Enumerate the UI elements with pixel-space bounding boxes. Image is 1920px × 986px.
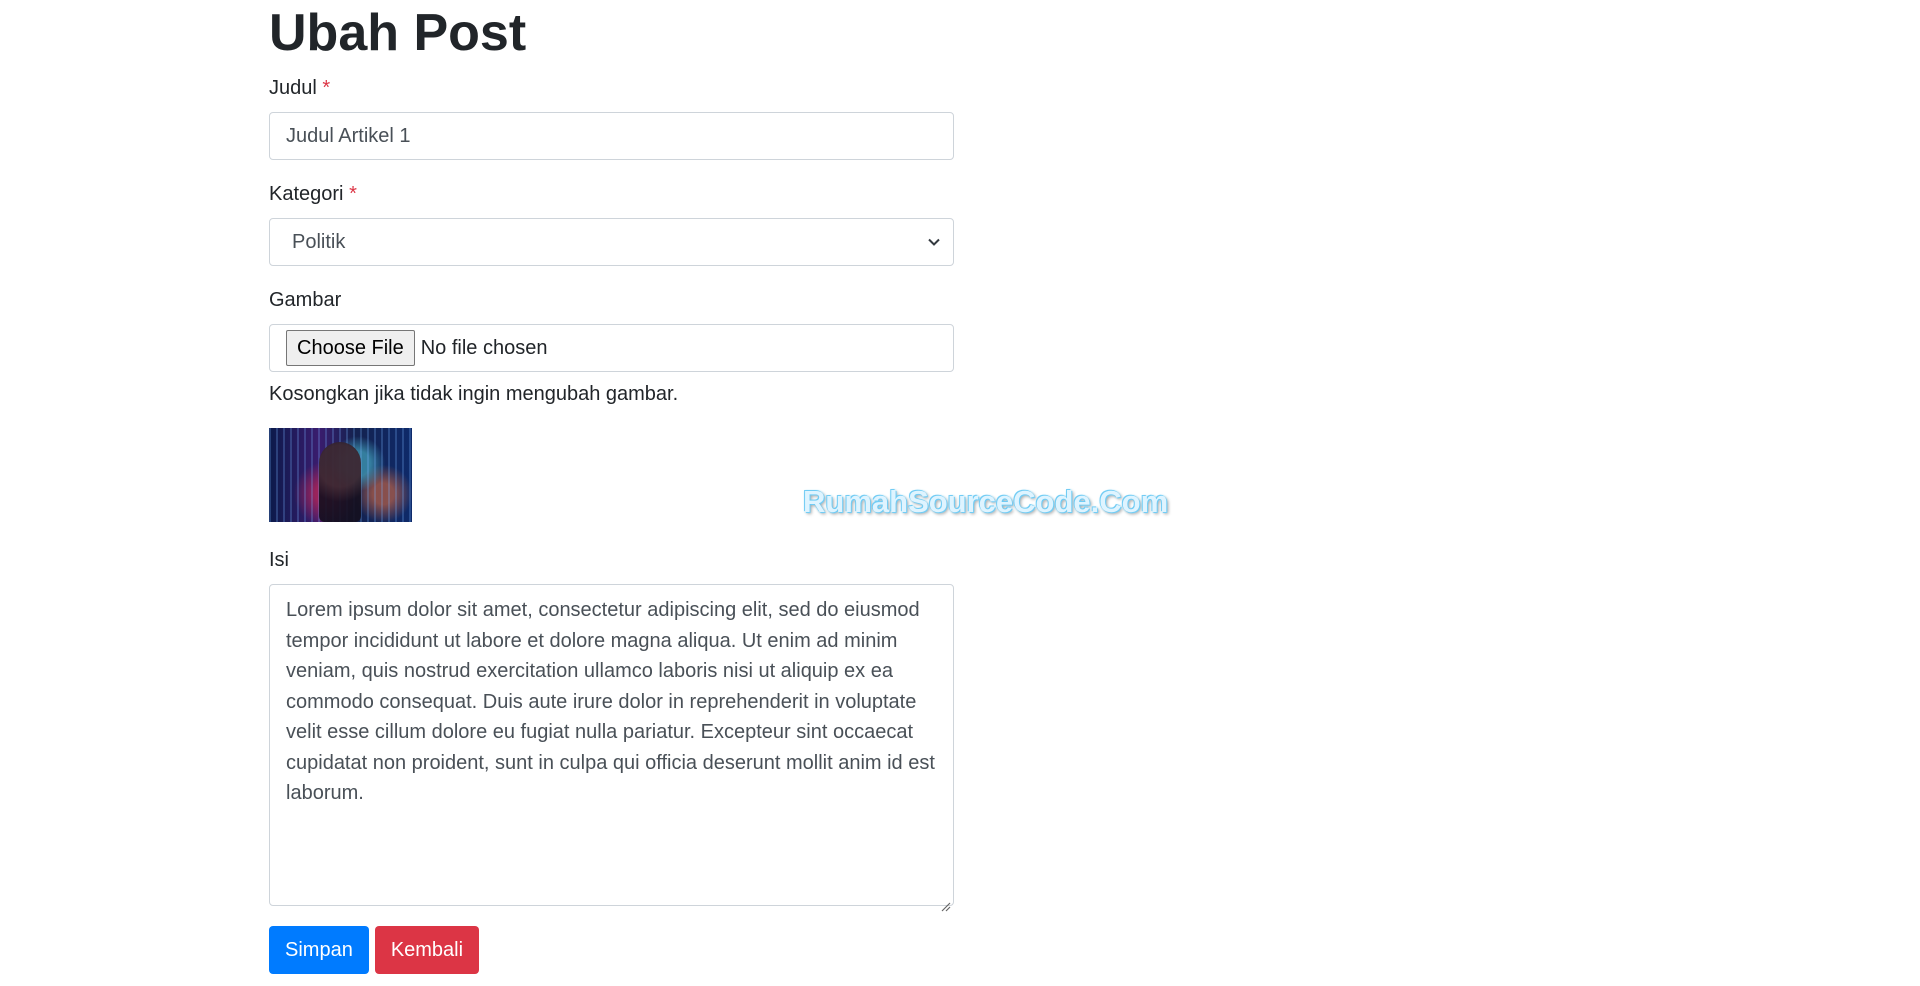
required-mark: * [349, 183, 357, 205]
kategori-label-text: Kategori [269, 183, 344, 205]
choose-file-button[interactable]: Choose File [286, 330, 415, 366]
isi-textarea[interactable]: Lorem ipsum dolor sit amet, consectetur … [269, 584, 954, 912]
gambar-label: Gambar [269, 289, 342, 311]
kategori-group: Kategori * Politik [269, 182, 954, 266]
isi-label: Isi [269, 549, 289, 571]
kategori-selected-value: Politik [292, 230, 346, 253]
resize-grip-icon[interactable] [939, 891, 951, 912]
required-mark: * [322, 77, 331, 99]
judul-label: Judul * [269, 76, 954, 100]
thumbnail-figure [319, 442, 361, 522]
page: Ubah Post Judul * Judul Artikel 1 Katego… [0, 0, 1920, 986]
judul-input-value: Judul Artikel 1 [286, 124, 411, 147]
judul-input[interactable]: Judul Artikel 1 [269, 112, 954, 160]
current-image-thumbnail [269, 428, 412, 522]
chevron-down-icon [927, 235, 941, 249]
gambar-help-text: Kosongkan jika tidak ingin mengubah gamb… [269, 383, 679, 405]
back-button[interactable]: Kembali [374, 926, 480, 974]
judul-group: Judul * Judul Artikel 1 [269, 76, 954, 160]
kategori-select[interactable]: Politik [269, 218, 954, 266]
kategori-label: Kategori * [269, 182, 954, 206]
page-title: Ubah Post [269, 4, 527, 62]
gambar-file-input[interactable]: Choose File No file chosen [269, 324, 954, 372]
watermark: RumahSourceCode.Com [803, 484, 1169, 519]
isi-group: Isi Lorem ipsum dolor sit amet, consecte… [269, 548, 954, 912]
judul-label-text: Judul [269, 77, 317, 99]
file-status: No file chosen [420, 336, 548, 359]
save-button[interactable]: Simpan [269, 926, 369, 974]
isi-textarea-value: Lorem ipsum dolor sit amet, consectetur … [286, 599, 935, 804]
form-actions: Simpan Kembali [269, 926, 954, 974]
